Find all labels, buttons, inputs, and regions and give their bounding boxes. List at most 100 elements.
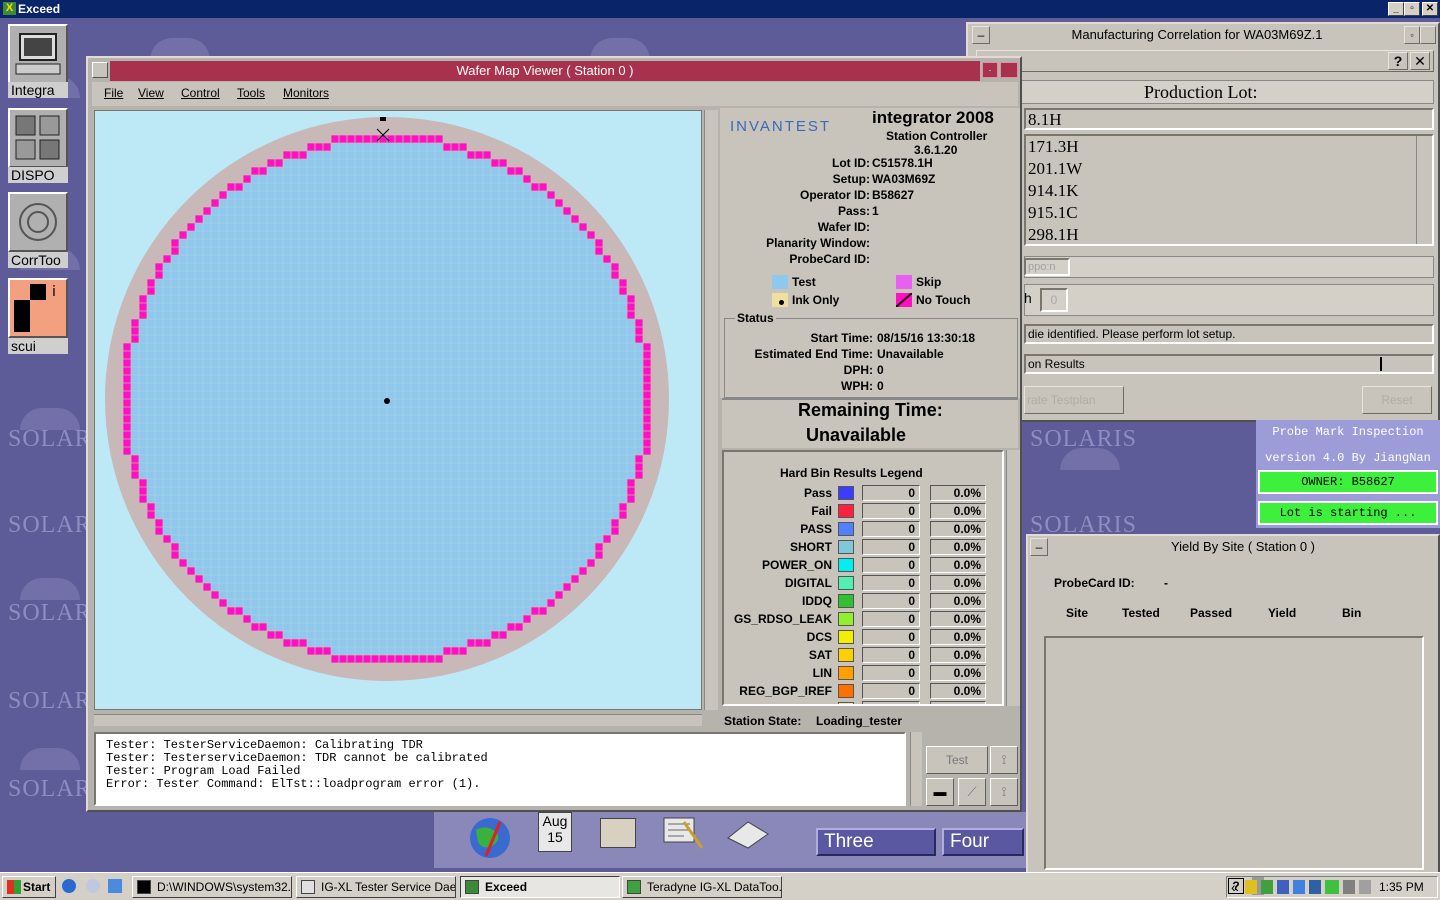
lot-list-scrollbar[interactable] xyxy=(1416,136,1432,244)
close-button[interactable]: ✕ xyxy=(1422,2,1438,16)
wafer-vertical-scrollbar[interactable] xyxy=(704,110,718,710)
tray-expand-button[interactable]: « xyxy=(1231,879,1239,895)
cmd-icon xyxy=(137,880,151,894)
hard-bin-title: Hard Bin Results Legend xyxy=(780,466,923,480)
wafer-horizontal-scrollbar[interactable] xyxy=(94,714,702,726)
tray-icon[interactable] xyxy=(1293,880,1305,894)
production-lot-input[interactable]: 8.1H xyxy=(1024,108,1434,130)
file-manager-icon[interactable] xyxy=(600,818,636,848)
bin-color-swatch xyxy=(838,540,854,554)
maximize-button[interactable] xyxy=(1420,26,1436,44)
menu-control[interactable]: Control xyxy=(181,86,220,100)
dispo-icon[interactable] xyxy=(8,108,68,168)
maximize-button[interactable]: ▫ xyxy=(1404,2,1420,16)
bin-count: 0 xyxy=(862,539,920,555)
bin-percent: 0.0% xyxy=(930,647,986,663)
close-button[interactable]: ✕ xyxy=(1410,52,1430,70)
workspace-four[interactable]: Four xyxy=(942,828,1024,856)
remaining-time-value: Unavailable xyxy=(806,425,907,445)
text-editor-icon[interactable] xyxy=(660,814,704,850)
start-button[interactable]: Start xyxy=(2,876,56,898)
log-scrollbar[interactable] xyxy=(910,732,922,806)
row2-field[interactable]: 0 xyxy=(1040,288,1068,312)
status-label: Start Time: xyxy=(810,331,873,345)
tray-icon[interactable] xyxy=(1359,880,1371,894)
message-log[interactable]: Tester: TesterServiceDaemon: Calibrating… xyxy=(94,732,906,806)
list-item[interactable]: 171.3H xyxy=(1028,136,1079,158)
field-label: Operator ID: xyxy=(799,188,870,202)
hard-bin-row: DCS 0 0.0% xyxy=(724,628,1002,646)
select-button[interactable]: ppo:n xyxy=(1024,258,1070,276)
tray-icon[interactable] xyxy=(1325,880,1339,894)
field-label: Wafer ID: xyxy=(817,220,870,234)
list-item[interactable]: 298.1H xyxy=(1028,224,1079,244)
status-value: 08/15/16 13:30:18 xyxy=(877,331,976,345)
step-icon[interactable]: ⟋ xyxy=(958,778,986,806)
corrtool-icon[interactable] xyxy=(8,192,68,252)
maximize-button[interactable] xyxy=(1000,62,1018,78)
minimize-button[interactable]: _ xyxy=(1388,2,1404,16)
minimize-button[interactable]: · xyxy=(982,62,998,78)
list-item[interactable]: 915.1C xyxy=(1028,202,1078,224)
minimize-button[interactable]: ▫ xyxy=(1404,26,1420,44)
wafer-map[interactable] xyxy=(94,110,702,710)
quicklaunch-icon[interactable] xyxy=(108,879,122,893)
lot-list[interactable]: 171.3H 201.1W 914.1K 915.1C 298.1H xyxy=(1024,134,1434,246)
probecard-value: - xyxy=(1164,576,1168,590)
workspace-three[interactable]: Three xyxy=(816,828,936,856)
no-touch-icon xyxy=(896,293,912,307)
task-datatool[interactable]: Teradyne IG-XL DataToo... xyxy=(622,876,782,898)
mc-title: Manufacturing Correlation for WA03M69Z.1 xyxy=(992,26,1402,44)
bin-count: 0 xyxy=(862,593,920,609)
window-menu-button[interactable] xyxy=(92,62,108,78)
menu-file[interactable]: File xyxy=(104,86,123,100)
exceed-title-bar[interactable]: X Exceed _ ▫ ✕ xyxy=(0,0,1440,18)
legend-scrollbar[interactable] xyxy=(1006,450,1020,706)
list-item[interactable]: 201.1W xyxy=(1028,158,1082,180)
stop-icon[interactable]: ▬ xyxy=(926,778,954,806)
tray-icon[interactable] xyxy=(1245,880,1257,894)
scui-icon[interactable]: i xyxy=(8,278,68,338)
ink-dot-icon xyxy=(772,293,788,307)
menu-monitors[interactable]: Monitors xyxy=(283,86,329,100)
task-exceed[interactable]: Exceed xyxy=(460,876,620,898)
probecard-label: ProbeCard ID: xyxy=(1054,576,1135,590)
menu-view[interactable]: View xyxy=(138,86,164,100)
calendar-icon[interactable]: Aug 15 xyxy=(538,812,572,852)
field-value: 1 xyxy=(872,204,879,218)
wafer-map-canvas[interactable] xyxy=(95,111,701,709)
status-value: 0 xyxy=(877,379,884,393)
wafer-center-marker xyxy=(384,398,390,404)
clock: 1:35 PM xyxy=(1379,880,1424,894)
mail-icon[interactable] xyxy=(724,814,772,850)
calendar-day: 15 xyxy=(547,829,563,845)
bin-name: DCS xyxy=(806,630,832,644)
status-message: die identified. Please perform lot setup… xyxy=(1024,324,1434,344)
globe-icon[interactable] xyxy=(466,816,516,860)
field-label: Pass: xyxy=(837,204,870,218)
probe-step-icon[interactable]: ⟟ xyxy=(990,778,1018,806)
task-cmd[interactable]: D:\WINDOWS\system32... xyxy=(132,876,292,898)
ie-icon[interactable] xyxy=(62,879,76,893)
hard-bin-row: IDDQ 0 0.0% xyxy=(724,592,1002,610)
menu-tools[interactable]: Tools xyxy=(237,86,265,100)
integrator-icon[interactable] xyxy=(8,24,68,84)
generate-testplan-button[interactable]: rate Testplan xyxy=(1024,386,1124,414)
production-lot-value: 8.1H xyxy=(1028,110,1062,129)
quicklaunch-icon[interactable] xyxy=(86,879,100,893)
probe-icon[interactable]: ⟟ xyxy=(990,746,1018,774)
network-icon[interactable] xyxy=(1277,880,1289,894)
window-menu-button[interactable]: – xyxy=(972,26,990,44)
bin-name: LIN xyxy=(812,666,832,680)
bin-percent: 0.0% xyxy=(930,611,986,627)
corrtool-icon-label: CorrToo xyxy=(8,252,68,268)
test-button[interactable]: Test xyxy=(926,746,988,774)
reset-button[interactable]: Reset xyxy=(1362,386,1432,414)
tray-icon[interactable] xyxy=(1261,880,1273,894)
list-item[interactable]: 914.1K xyxy=(1028,180,1079,202)
task-tester-service[interactable]: IG-XL Tester Service Dae... xyxy=(296,876,456,898)
tray-icon[interactable] xyxy=(1343,880,1355,894)
help-button[interactable]: ? xyxy=(1388,52,1408,70)
tray-icon[interactable] xyxy=(1309,880,1321,894)
window-menu-button[interactable]: – xyxy=(1030,538,1048,556)
